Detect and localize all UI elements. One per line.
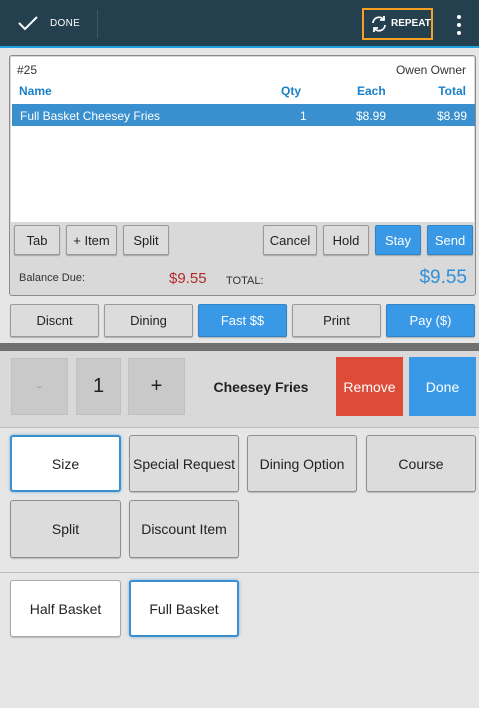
modifier-dining-option[interactable]: Dining Option (247, 435, 357, 492)
total-label: TOTAL: (226, 275, 264, 287)
tab-button[interactable]: Tab (14, 225, 60, 255)
remove-button[interactable]: Remove (336, 357, 403, 416)
stay-button[interactable]: Stay (375, 225, 421, 255)
item-qty: 1 (300, 109, 307, 123)
order-line-item[interactable]: Full Basket Cheesey Fries 1 $8.99 $8.99 (12, 104, 475, 126)
column-header-qty: Qty (281, 84, 302, 98)
increment-button[interactable]: + (128, 358, 185, 415)
dining-button[interactable]: Dining (104, 304, 193, 337)
topbar-accent-line (0, 46, 479, 48)
done-label: DONE (50, 18, 81, 29)
top-app-bar: DONE REPEAT (0, 0, 479, 48)
modifier-divider (0, 572, 479, 573)
column-header-each: Each (357, 84, 386, 98)
balance-due-value: $9.55 (169, 270, 207, 287)
item-each: $8.99 (356, 109, 387, 123)
order-list: #25 Owen Owner Name Qty Each Total Full … (11, 57, 475, 222)
item-name: Full Basket Cheesey Fries (20, 109, 161, 123)
split-ticket-button[interactable]: Split (123, 225, 169, 255)
cancel-button[interactable]: Cancel (263, 225, 317, 255)
modifier-size[interactable]: Size (10, 435, 121, 492)
done-button[interactable]: Done (409, 357, 476, 416)
fast-cash-button[interactable]: Fast $$ (198, 304, 287, 337)
column-header-total: Total (438, 84, 466, 98)
decrement-button[interactable]: - (11, 358, 68, 415)
editor-divider (0, 427, 479, 428)
modifier-discount-item[interactable]: Discount Item (129, 500, 239, 558)
section-divider (0, 343, 479, 351)
order-panel: #25 Owen Owner Name Qty Each Total Full … (9, 55, 476, 296)
hold-button[interactable]: Hold (323, 225, 369, 255)
modifier-split[interactable]: Split (10, 500, 121, 558)
add-item-button[interactable]: + Item (66, 225, 117, 255)
done-action[interactable] (0, 0, 98, 46)
repeat-label: REPEAT (391, 18, 431, 29)
modifier-course[interactable]: Course (366, 435, 476, 492)
repeat-icon (372, 16, 386, 32)
checkmark-icon (18, 16, 38, 31)
discount-button[interactable]: Discnt (10, 304, 99, 337)
print-button[interactable]: Print (292, 304, 381, 337)
quantity-value: 1 (76, 358, 121, 415)
ticket-owner: Owen Owner (395, 63, 466, 77)
selected-item-name: Cheesey Fries (213, 379, 309, 395)
choice-full-basket[interactable]: Full Basket (129, 580, 239, 637)
column-header-name: Name (19, 84, 52, 98)
pay-button[interactable]: Pay ($) (386, 304, 475, 337)
ticket-number: #25 (17, 63, 38, 77)
repeat-button[interactable]: REPEAT (362, 8, 433, 40)
toolbar-divider (97, 10, 98, 38)
choice-half-basket[interactable]: Half Basket (10, 580, 121, 637)
overflow-menu-icon[interactable] (455, 15, 463, 35)
modifier-special-request[interactable]: Special Request (129, 435, 239, 492)
total-value: $9.55 (419, 267, 467, 288)
item-total: $8.99 (436, 109, 467, 123)
balance-due-label: Balance Due: (19, 272, 86, 284)
send-button[interactable]: Send (427, 225, 473, 255)
